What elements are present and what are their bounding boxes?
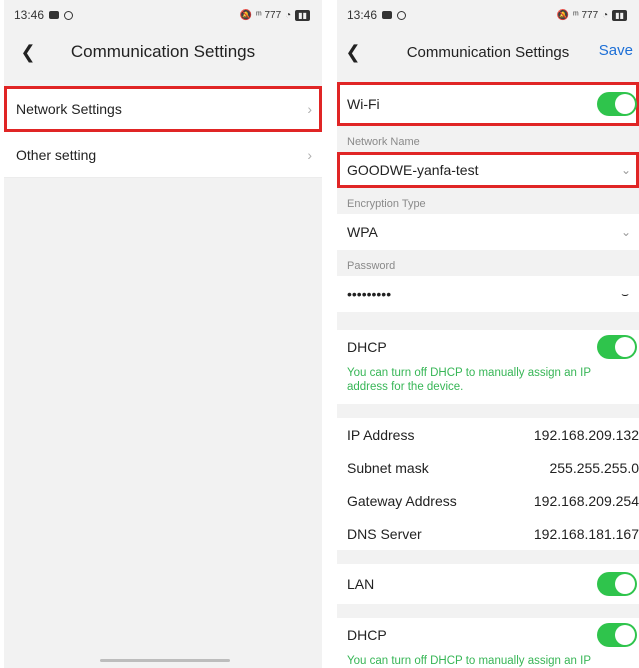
battery-icon: ▮▮: [295, 9, 310, 21]
status-time: 13:46: [14, 8, 45, 22]
save-button[interactable]: Save: [599, 42, 633, 59]
nav-bar: ❮ Communication Settings Save: [337, 30, 639, 74]
wifi-toggle[interactable]: [597, 92, 637, 116]
lan-toggle[interactable]: [597, 572, 637, 596]
wifi-status-icon: ◔: [285, 9, 292, 21]
dhcp-row: DHCP: [337, 330, 639, 364]
chevron-right-icon: ›: [307, 146, 312, 163]
network-name-label: Network Name: [337, 126, 639, 152]
lan-row: LAN: [337, 564, 639, 604]
dhcp2-row: DHCP: [337, 618, 639, 652]
subnet-mask-row: Subnet mask 255.255.255.0: [337, 451, 639, 484]
wifi-status-icon: ◔: [602, 9, 609, 21]
subnet-mask-label: Subnet mask: [347, 459, 429, 476]
network-settings-item[interactable]: Network Settings ›: [4, 86, 322, 132]
password-field[interactable]: ••••••••• ⌣: [337, 276, 639, 312]
chevron-down-icon: ⌄: [620, 163, 631, 177]
dns-server-label: DNS Server: [347, 525, 422, 542]
lan-label: LAN: [347, 576, 375, 592]
spacer: [337, 312, 639, 330]
password-value: •••••••••: [347, 286, 392, 302]
right-screen: 13:46 🔕 ᵐ 777 ◔ ▮▮ ❮ Communication Setti…: [337, 0, 639, 668]
left-screen: 13:46 🔕 ᵐ 777 ◔ ▮▮ ❮ Communication Setti…: [4, 0, 322, 668]
other-setting-label: Other setting: [16, 146, 97, 163]
status-speed: ᵐ 777: [572, 9, 599, 21]
dns-server-row: DNS Server 192.168.181.167: [337, 517, 639, 550]
ip-address-value: 192.168.209.132: [533, 426, 639, 443]
encryption-type-select[interactable]: WPA ⌄: [337, 214, 639, 250]
spacer: [337, 550, 639, 564]
network-name-select[interactable]: GOODWE-yanfa-test ⌄: [337, 152, 639, 188]
wifi-row: Wi-Fi: [337, 82, 639, 126]
ip-address-row: IP Address 192.168.209.132: [337, 418, 639, 451]
spacer: [4, 74, 322, 86]
page-title: Communication Settings: [406, 43, 570, 61]
back-icon[interactable]: ❮: [343, 40, 363, 64]
status-time: 13:46: [347, 8, 378, 22]
spacer: [337, 604, 639, 618]
network-settings-label: Network Settings: [16, 100, 122, 117]
status-bar: 13:46 🔕 ᵐ 777 ◔ ▮▮: [337, 0, 639, 30]
wifi-label: Wi-Fi: [347, 96, 380, 112]
dhcp-toggle[interactable]: [597, 335, 637, 359]
battery-icon: ▮▮: [612, 9, 627, 21]
spacer: [337, 404, 639, 418]
home-indicator: [100, 659, 230, 662]
gateway-address-row: Gateway Address 192.168.209.254: [337, 484, 639, 517]
subnet-mask-value: 255.255.255.0: [549, 459, 639, 476]
password-label: Password: [337, 250, 639, 276]
message-icon: [49, 11, 60, 19]
sync-icon: [64, 10, 74, 20]
network-name-value: GOODWE-yanfa-test: [347, 162, 479, 178]
encryption-type-value: WPA: [347, 224, 378, 240]
encryption-type-label: Encryption Type: [337, 188, 639, 214]
sync-icon: [397, 10, 407, 20]
dhcp2-note: You can turn off DHCP to manually assign…: [337, 652, 639, 668]
other-setting-item[interactable]: Other setting ›: [4, 132, 322, 178]
dns-server-value: 192.168.181.167: [533, 525, 639, 542]
message-icon: [382, 11, 393, 19]
chevron-right-icon: ›: [307, 100, 312, 117]
mute-icon: 🔕: [239, 9, 252, 21]
nav-bar: ❮ Communication Settings: [4, 30, 322, 74]
gateway-address-label: Gateway Address: [347, 492, 457, 509]
status-bar: 13:46 🔕 ᵐ 777 ◔ ▮▮: [4, 0, 322, 30]
back-icon[interactable]: ❮: [18, 40, 38, 64]
gateway-address-value: 192.168.209.254: [533, 492, 639, 509]
eye-closed-icon[interactable]: ⌣: [621, 287, 629, 302]
dhcp-label: DHCP: [347, 339, 387, 355]
ip-address-label: IP Address: [347, 426, 415, 443]
dhcp2-label: DHCP: [347, 627, 387, 643]
chevron-down-icon: ⌄: [620, 225, 631, 239]
dhcp-note: You can turn off DHCP to manually assign…: [337, 364, 639, 404]
dhcp2-toggle[interactable]: [597, 623, 637, 647]
spacer: [337, 74, 639, 82]
page-title: Communication Settings: [70, 42, 256, 61]
status-speed: ᵐ 777: [255, 9, 282, 21]
mute-icon: 🔕: [556, 9, 569, 21]
